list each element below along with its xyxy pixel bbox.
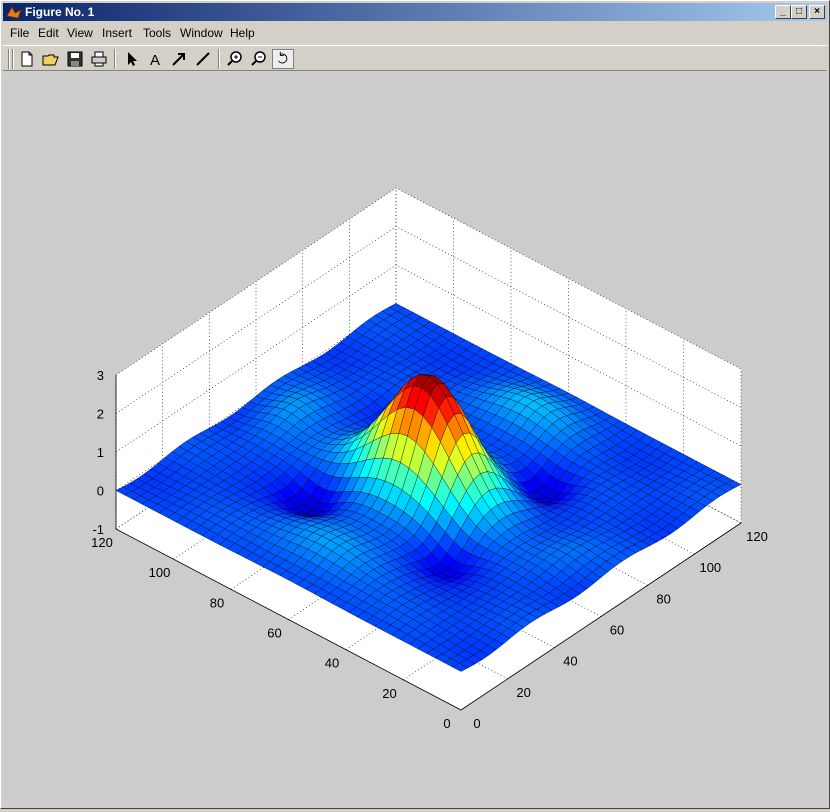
line-icon[interactable]	[192, 49, 214, 69]
x-tick-label: 0	[473, 716, 480, 731]
menu-window[interactable]: Window	[180, 26, 223, 40]
z-tick-label: 3	[97, 368, 104, 383]
y-tick-label: 120	[91, 535, 113, 550]
title-bar[interactable]: Figure No. 1 _ □ ×	[3, 3, 827, 21]
x-tick-label: 20	[516, 685, 530, 700]
zoom-out-icon[interactable]	[248, 49, 270, 69]
print-icon[interactable]	[88, 49, 110, 69]
close-button[interactable]: ×	[809, 5, 825, 19]
menu-bar: File Edit View Insert Tools Window Help	[3, 23, 827, 42]
menu-tools[interactable]: Tools	[143, 26, 171, 40]
y-tick-label: 80	[210, 595, 224, 610]
toolbar-grip[interactable]	[12, 49, 14, 69]
figure-canvas: 0 20 40 60 80 100 120 0 20 40 60 80 100 120 -1 0 1 2 3	[3, 73, 827, 807]
z-tick-label: 0	[97, 484, 104, 499]
x-tick-label: 120	[746, 529, 768, 544]
y-tick-label: 40	[325, 656, 339, 671]
rotate-3d-icon[interactable]	[272, 49, 294, 69]
menu-help[interactable]: Help	[230, 26, 255, 40]
z-tick-label: -1	[92, 522, 104, 537]
y-tick-label: 100	[149, 565, 171, 580]
arrow-icon[interactable]	[168, 49, 190, 69]
y-tick-label: 60	[267, 626, 281, 641]
menu-edit[interactable]: Edit	[38, 26, 59, 40]
text-icon[interactable]: A	[144, 49, 166, 69]
figure-window: Figure No. 1 _ □ × File Edit View Insert…	[0, 0, 830, 809]
z-tick-label: 1	[97, 445, 104, 460]
svg-text:A: A	[150, 52, 160, 69]
z-tick-label: 2	[97, 407, 104, 422]
toolbar-separator	[218, 49, 220, 69]
open-folder-icon[interactable]	[40, 49, 62, 69]
x-tick-label: 40	[563, 654, 577, 669]
new-file-icon[interactable]	[16, 49, 38, 69]
pointer-icon[interactable]	[120, 49, 142, 69]
menu-insert[interactable]: Insert	[102, 26, 132, 40]
matlab-logo-icon	[6, 6, 22, 19]
toolbar-separator	[114, 49, 116, 69]
maximize-button[interactable]: □	[791, 5, 807, 19]
menu-file[interactable]: File	[10, 26, 29, 40]
surface-plot[interactable]: 020406080100120020406080100120-10123	[3, 73, 827, 807]
menu-view[interactable]: View	[67, 26, 93, 40]
y-tick-label: 20	[382, 686, 396, 701]
y-tick-label: 0	[443, 716, 450, 731]
x-tick-label: 100	[699, 560, 721, 575]
x-tick-label: 80	[656, 591, 670, 606]
toolbar-grip[interactable]	[8, 49, 10, 69]
save-icon[interactable]	[64, 49, 86, 69]
x-tick-label: 60	[610, 623, 624, 638]
window-title: Figure No. 1	[25, 5, 95, 19]
zoom-in-icon[interactable]	[224, 49, 246, 69]
minimize-button[interactable]: _	[775, 5, 791, 19]
toolbar: A	[3, 45, 827, 71]
